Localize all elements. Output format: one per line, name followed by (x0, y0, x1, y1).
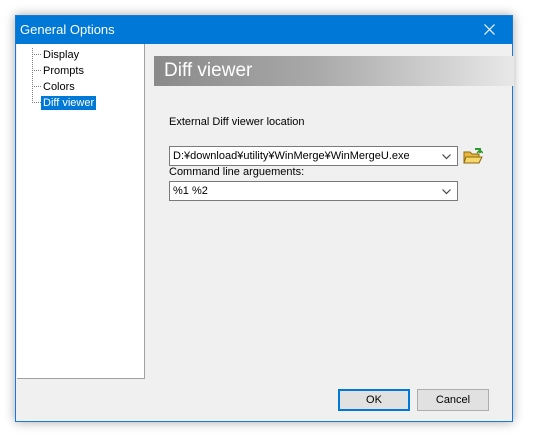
tree-item-label: Diff viewer (41, 96, 97, 110)
options-panel: Diff viewer External Diff viewer locatio… (145, 44, 514, 379)
tree-item-display[interactable]: Display (17, 48, 137, 62)
open-folder-icon (463, 148, 484, 164)
ok-button[interactable]: OK (338, 389, 410, 411)
command-line-label: Command line arguements: (169, 166, 305, 178)
section-title: Diff viewer (164, 60, 253, 81)
tree-connector (32, 70, 41, 71)
browse-button[interactable] (463, 148, 484, 166)
options-tree: Display Prompts Colors Diff viewer (17, 44, 145, 379)
general-options-dialog: General Options Display Prompts Colors D… (15, 15, 514, 422)
title-bar: General Options (16, 16, 512, 44)
tree-item-prompts[interactable]: Prompts (17, 64, 137, 78)
window-title: General Options (20, 22, 115, 37)
tree-connector (32, 102, 41, 103)
command-line-value: %1 %2 (173, 185, 208, 197)
dialog-footer: OK Cancel (16, 379, 512, 421)
chevron-down-icon (442, 154, 451, 160)
close-button[interactable] (468, 16, 512, 44)
tree-item-label: Prompts (43, 65, 84, 77)
chevron-down-icon (442, 189, 451, 195)
cancel-button[interactable]: Cancel (417, 389, 489, 411)
diff-viewer-location-value: D:¥download¥utility¥WinMerge¥WinMergeU.e… (173, 150, 410, 162)
tree-connector (32, 86, 41, 87)
close-icon (484, 24, 495, 35)
tree-item-label: Display (43, 49, 80, 61)
diff-viewer-location-label: External Diff viewer location (169, 116, 305, 128)
tree-item-diff-viewer[interactable]: Diff viewer (17, 96, 137, 110)
tree-connector (32, 54, 41, 55)
tree-item-label: Colors (43, 81, 75, 93)
command-line-combo[interactable]: %1 %2 (169, 181, 458, 201)
tree-item-colors[interactable]: Colors (17, 80, 137, 94)
diff-viewer-location-combo[interactable]: D:¥download¥utility¥WinMerge¥WinMergeU.e… (169, 146, 458, 166)
section-banner: Diff viewer (154, 56, 514, 86)
